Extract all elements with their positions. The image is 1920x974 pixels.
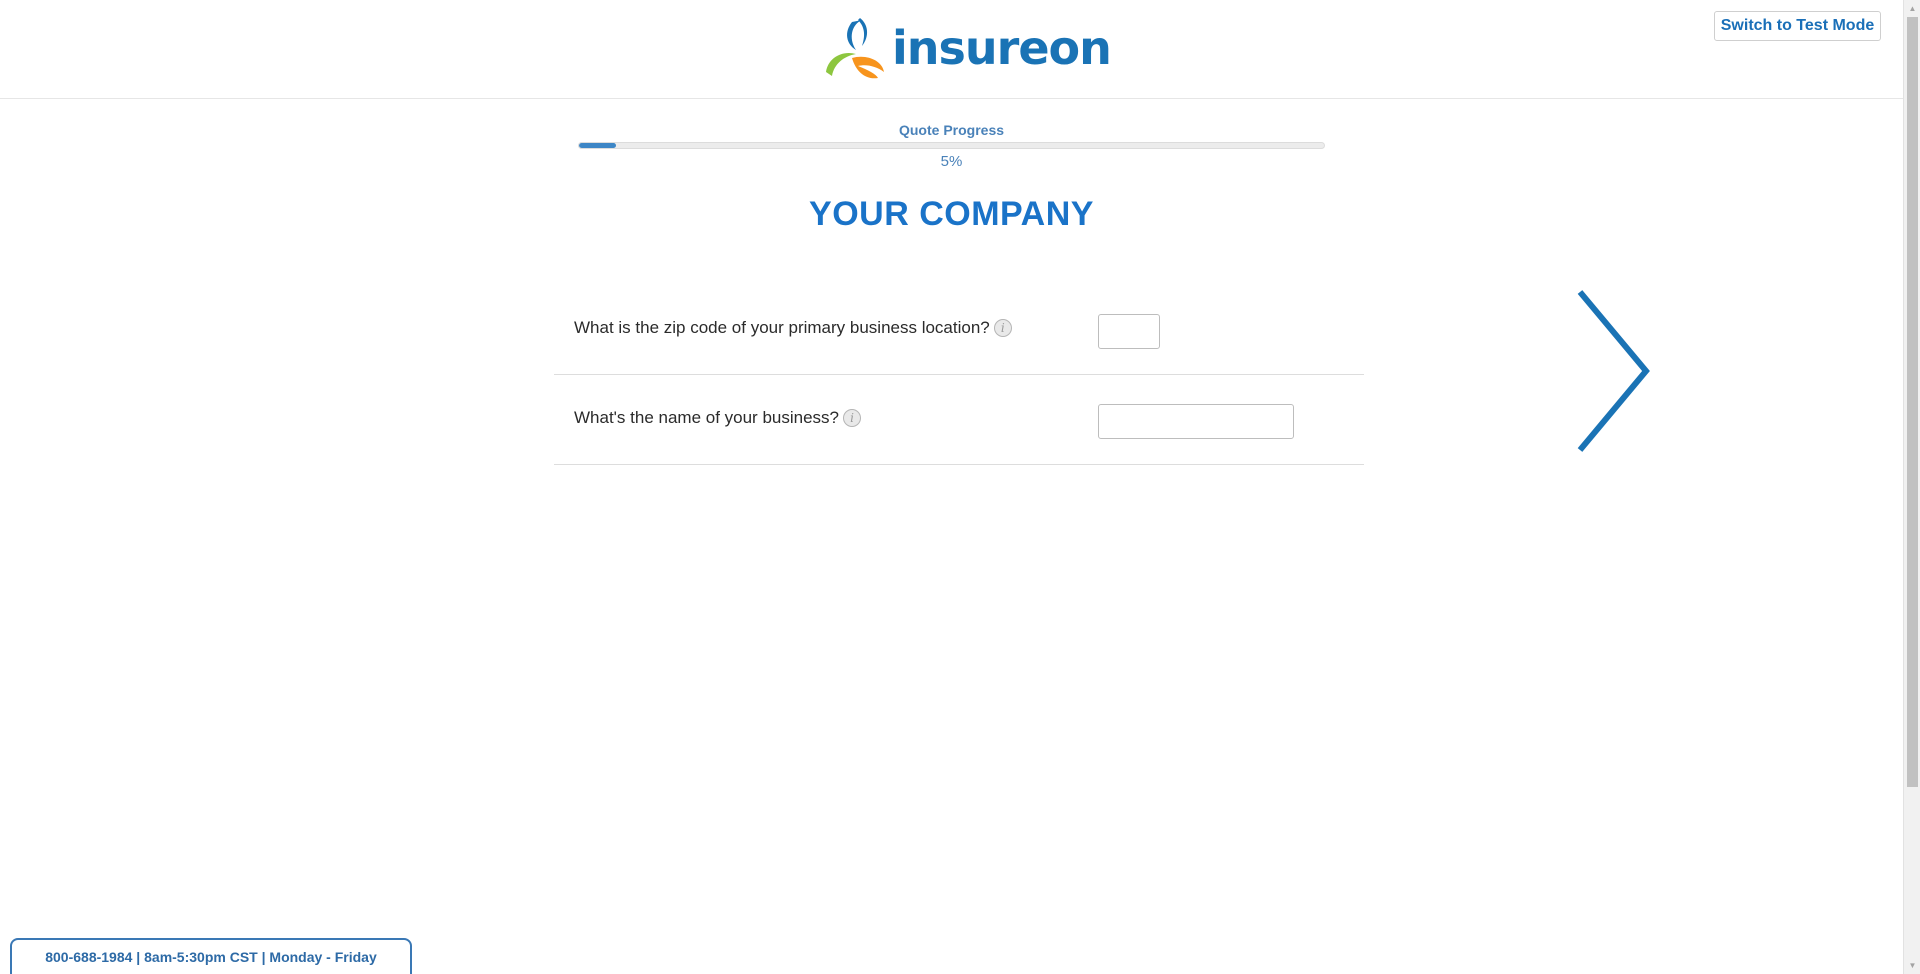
- quote-progress-bar: [578, 142, 1325, 149]
- business-name-question: What's the name of your business? i: [574, 408, 861, 428]
- zip-code-question-text: What is the zip code of your primary bus…: [574, 318, 990, 337]
- zip-code-question: What is the zip code of your primary bus…: [574, 318, 1012, 338]
- scroll-down-arrow-icon[interactable]: ▼: [1904, 957, 1920, 974]
- business-name-question-text: What's the name of your business?: [574, 408, 839, 427]
- scrollbar-thumb[interactable]: [1907, 17, 1918, 787]
- contact-info-tab[interactable]: 800-688-1984 | 8am-5:30pm CST | Monday -…: [10, 938, 412, 974]
- info-icon[interactable]: i: [993, 319, 1012, 337]
- business-name-row: What's the name of your business? i: [554, 375, 1364, 465]
- site-header: insureon Switch to Test Mode: [0, 0, 1903, 99]
- business-name-input[interactable]: [1098, 404, 1294, 439]
- logo-mark-icon: [826, 18, 884, 79]
- contact-info-text: 800-688-1984 | 8am-5:30pm CST | Monday -…: [45, 949, 377, 965]
- zip-code-input[interactable]: [1098, 314, 1160, 349]
- insureon-logo[interactable]: insureon: [822, 14, 1112, 82]
- chevron-right-icon[interactable]: [1574, 288, 1654, 454]
- scroll-up-arrow-icon[interactable]: ▲: [1904, 0, 1920, 17]
- logo-wordmark: insureon: [892, 21, 1112, 75]
- zip-code-row: What is the zip code of your primary bus…: [554, 285, 1364, 375]
- quote-progress-percent: 5%: [940, 153, 963, 170]
- switch-test-mode-button[interactable]: Switch to Test Mode: [1714, 11, 1881, 41]
- quote-page: insureon Switch to Test Mode Quote Progr…: [0, 0, 1920, 974]
- quote-progress-fill: [579, 143, 617, 148]
- info-icon[interactable]: i: [843, 409, 861, 427]
- quote-progress-label: Quote Progress: [898, 122, 1005, 138]
- vertical-scrollbar[interactable]: ▲ ▼: [1903, 0, 1920, 974]
- section-title: YOUR COMPANY: [809, 195, 1094, 233]
